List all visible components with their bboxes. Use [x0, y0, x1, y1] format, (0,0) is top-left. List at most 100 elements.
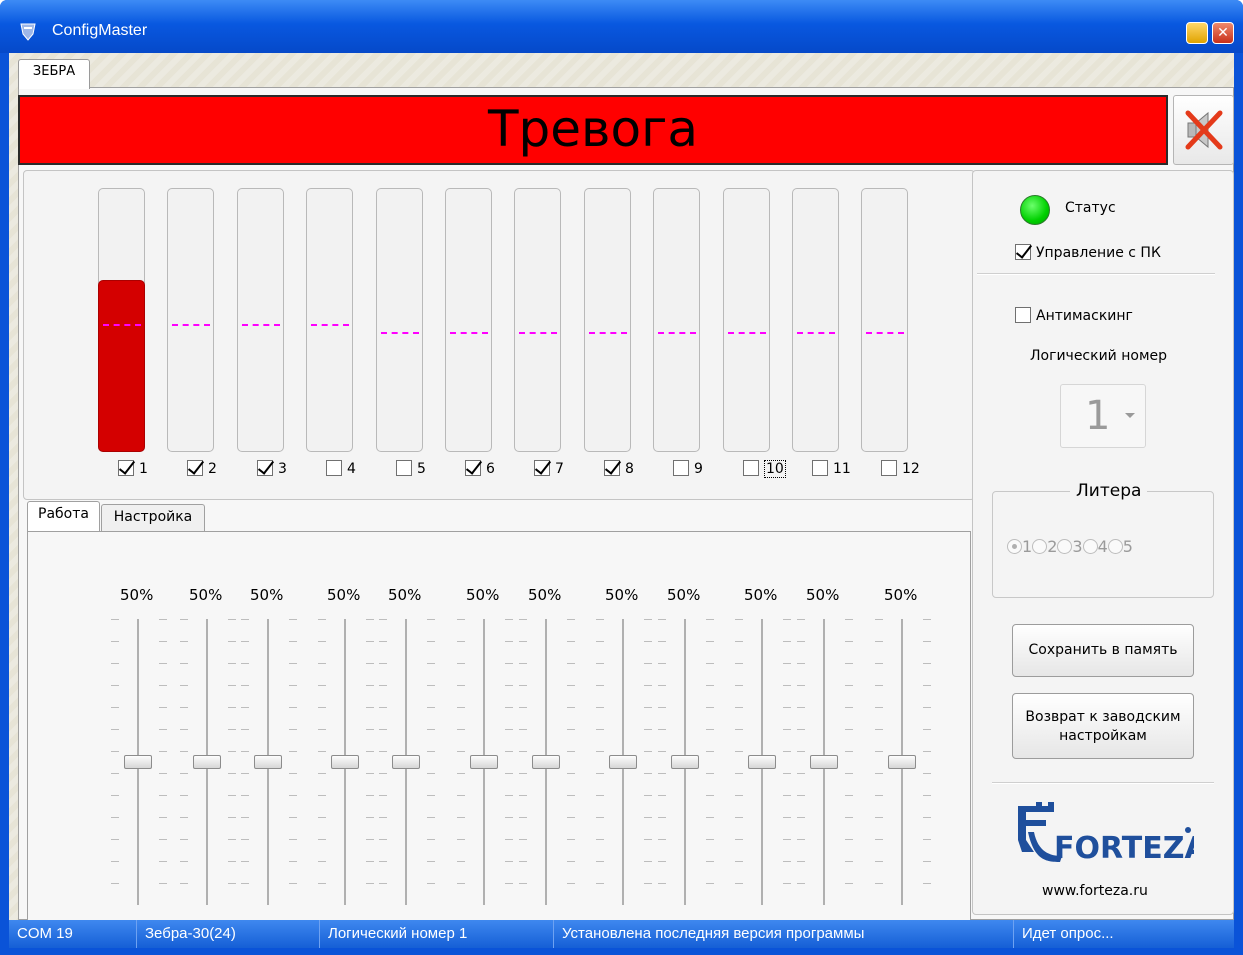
channel-checkbox-6[interactable]: 6 — [465, 460, 495, 477]
factory-reset-button[interactable]: Возврат к заводским настройкам — [1012, 693, 1194, 759]
checkbox-box[interactable] — [1015, 307, 1031, 323]
tab-settings[interactable]: Настройка — [101, 504, 205, 531]
logical-number-select[interactable]: 1 — [1060, 384, 1146, 448]
channel-number: 5 — [417, 461, 426, 477]
title-bar[interactable]: ConfigMaster ✕ — [0, 0, 1243, 53]
pc-control-checkbox[interactable]: Управление с ПК — [1015, 244, 1161, 261]
antimasking-label: Антимаскинг — [1036, 308, 1133, 324]
mute-button[interactable] — [1173, 95, 1234, 165]
checkbox-box[interactable] — [326, 460, 342, 476]
litera-radio-2[interactable]: 2 — [1032, 537, 1057, 556]
checkbox-box[interactable] — [604, 460, 620, 476]
divider — [992, 782, 1214, 784]
pc-control-label: Управление с ПК — [1036, 245, 1161, 261]
checkbox-box[interactable] — [257, 460, 273, 476]
slider-handle[interactable] — [392, 755, 420, 769]
slider-handle[interactable] — [470, 755, 498, 769]
slider-ticks — [180, 619, 188, 905]
slider-handle[interactable] — [331, 755, 359, 769]
slider-value-label: 50% — [528, 586, 562, 604]
litera-radio-4[interactable]: 4 — [1082, 537, 1108, 556]
radio-circle[interactable] — [1032, 539, 1048, 554]
website-link[interactable]: www.forteza.ru — [1042, 883, 1148, 899]
save-to-memory-button[interactable]: Сохранить в память — [1012, 624, 1194, 677]
channel-checkbox-7[interactable]: 7 — [534, 460, 564, 477]
slider-handle[interactable] — [609, 755, 637, 769]
slider-value-label: 50% — [120, 586, 154, 604]
slider-value-label: 50% — [250, 586, 284, 604]
slider-ticks — [427, 619, 435, 905]
channel-level-bar — [584, 188, 631, 452]
litera-radio-5[interactable]: 5 — [1107, 537, 1133, 556]
channel-checkbox-4[interactable]: 4 — [326, 460, 356, 477]
slider-handle[interactable] — [810, 755, 838, 769]
threshold-line — [519, 332, 557, 334]
channel-level-bar — [98, 188, 145, 452]
radio-circle[interactable] — [1057, 539, 1073, 554]
checkbox-box[interactable] — [534, 460, 550, 476]
checkbox-box[interactable] — [396, 460, 412, 476]
minimize-button[interactable] — [1186, 22, 1208, 44]
slider-handle[interactable] — [748, 755, 776, 769]
radio-circle[interactable] — [1007, 539, 1022, 554]
app-window: ConfigMaster ✕ ЗЕБРА Тревога 1 2 3 4 5 6 7 8 9 10… — [0, 0, 1243, 955]
app-icon — [20, 23, 36, 41]
channel-level-bar — [792, 188, 839, 452]
slider-handle[interactable] — [254, 755, 282, 769]
litera-radio-group: 12345 — [1007, 537, 1133, 556]
checkbox-box[interactable] — [881, 460, 897, 476]
slider-ticks — [159, 619, 167, 905]
slider-ticks — [596, 619, 604, 905]
slider-handle[interactable] — [888, 755, 916, 769]
status-label: Статус — [1065, 200, 1116, 216]
slider-handle[interactable] — [532, 755, 560, 769]
slider-value-label: 50% — [327, 586, 361, 604]
antimasking-checkbox[interactable]: Антимаскинг — [1015, 307, 1133, 324]
litera-radio-3[interactable]: 3 — [1057, 537, 1083, 556]
slider-handle[interactable] — [124, 755, 152, 769]
close-button[interactable]: ✕ — [1212, 22, 1234, 44]
channel-checkbox-10[interactable]: 10 — [743, 460, 786, 478]
channel-number: 11 — [833, 461, 851, 477]
threshold-line — [728, 332, 766, 334]
channel-number: 12 — [902, 461, 920, 477]
channel-checkbox-12[interactable]: 12 — [881, 460, 920, 477]
checkbox-box[interactable] — [673, 460, 689, 476]
chevron-down-icon — [1125, 413, 1135, 418]
checkbox-box[interactable] — [812, 460, 828, 476]
channel-checkbox-9[interactable]: 9 — [673, 460, 703, 477]
slider-ticks — [241, 619, 249, 905]
slider-ticks — [457, 619, 465, 905]
channel-checkbox-5[interactable]: 5 — [396, 460, 426, 477]
slider-ticks — [289, 619, 297, 905]
tab-zebra[interactable]: ЗЕБРА — [18, 59, 90, 89]
slider-ticks — [735, 619, 743, 905]
slider-value-label: 50% — [605, 586, 639, 604]
radio-label: 2 — [1047, 537, 1058, 556]
channel-level-bar — [723, 188, 770, 452]
channel-checkbox-8[interactable]: 8 — [604, 460, 634, 477]
threshold-line — [103, 324, 141, 326]
threshold-line — [866, 332, 904, 334]
threshold-line — [797, 332, 835, 334]
slider-handle[interactable] — [193, 755, 221, 769]
slider-ticks — [875, 619, 883, 905]
checkbox-box[interactable] — [465, 460, 481, 476]
channel-checkbox-11[interactable]: 11 — [812, 460, 851, 477]
checkbox-box[interactable] — [187, 460, 203, 476]
checkbox-box[interactable] — [118, 460, 134, 476]
threshold-line — [381, 332, 419, 334]
litera-radio-1[interactable]: 1 — [1007, 537, 1032, 556]
checkbox-box[interactable] — [1015, 244, 1031, 260]
radio-circle[interactable] — [1082, 539, 1098, 554]
status-port: COM 19 — [9, 920, 137, 948]
window-title: ConfigMaster — [52, 22, 148, 39]
reset-label-line1: Возврат к заводским — [1025, 709, 1181, 725]
checkbox-box[interactable] — [743, 460, 759, 476]
channel-checkbox-1[interactable]: 1 — [118, 460, 148, 477]
channel-checkbox-2[interactable]: 2 — [187, 460, 217, 477]
channel-checkbox-3[interactable]: 3 — [257, 460, 287, 477]
tab-work[interactable]: Работа — [27, 501, 100, 531]
radio-circle[interactable] — [1107, 539, 1123, 554]
slider-handle[interactable] — [671, 755, 699, 769]
